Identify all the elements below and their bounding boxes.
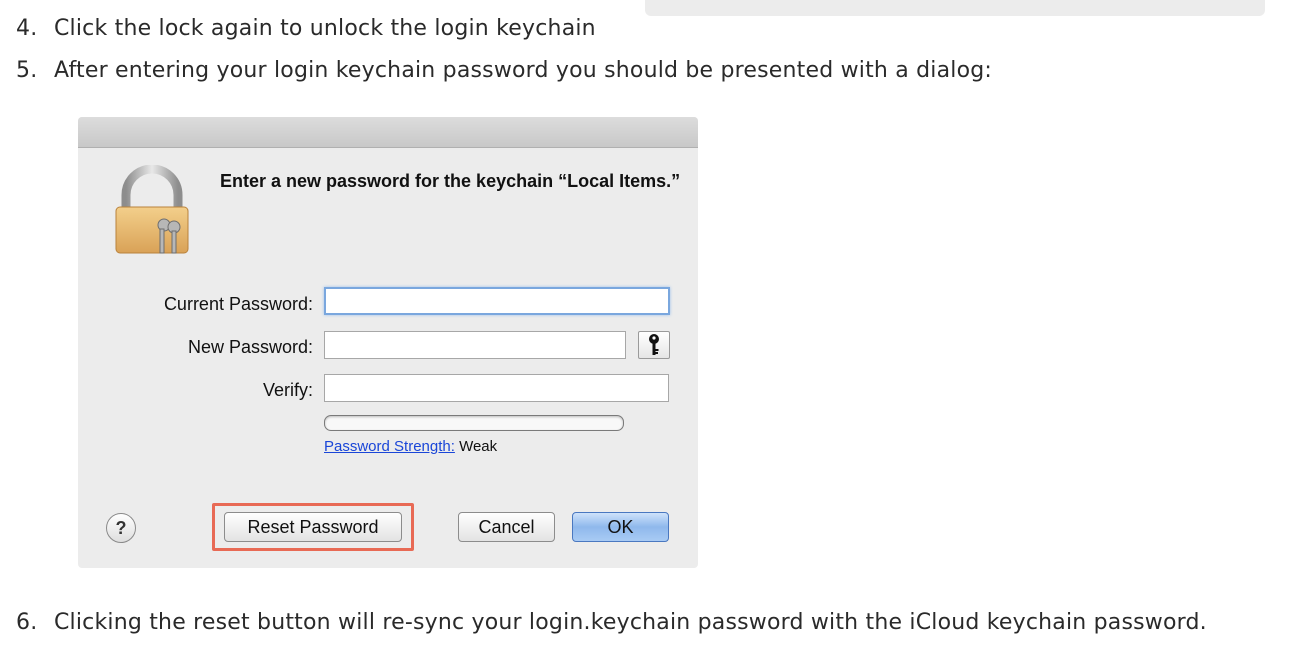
cancel-button[interactable]: Cancel xyxy=(458,512,555,542)
step-number: 6. xyxy=(16,610,38,635)
keychain-password-dialog: Enter a new password for the keychain “L… xyxy=(78,117,698,568)
current-password-field[interactable] xyxy=(324,287,670,315)
step-number: 4. xyxy=(16,16,38,41)
step-text: After entering your login keychain passw… xyxy=(54,58,993,83)
new-password-label: New Password: xyxy=(187,337,313,357)
step-text: Click the lock again to unlock the login… xyxy=(54,16,596,41)
password-strength: Password Strength: Weak xyxy=(324,438,497,455)
reset-password-button[interactable]: Reset Password xyxy=(224,512,402,542)
ok-button[interactable]: OK xyxy=(572,512,669,542)
current-password-label: Current Password: xyxy=(163,294,313,314)
password-assistant-button[interactable] xyxy=(638,331,670,359)
step-number: 5. xyxy=(16,58,38,83)
top-bar-remnant xyxy=(645,0,1265,16)
key-icon xyxy=(649,334,659,355)
dialog-titlebar xyxy=(78,117,698,148)
new-password-field[interactable] xyxy=(324,331,626,359)
step-text: Clicking the reset button will re-sync y… xyxy=(54,610,1207,635)
step-4: 4. Click the lock again to unlock the log… xyxy=(16,16,596,41)
password-strength-link[interactable]: Password Strength: xyxy=(324,438,455,455)
step-5: 5. After entering your login keychain pas… xyxy=(16,58,992,83)
help-button[interactable]: ? xyxy=(106,513,136,543)
lock-keys-icon xyxy=(115,165,189,254)
password-strength-value: Weak xyxy=(459,438,498,455)
verify-label: Verify: xyxy=(262,380,313,400)
dialog-prompt: Enter a new password for the keychain “L… xyxy=(220,171,681,191)
step-6: 6. Clicking the reset button will re-sync… xyxy=(16,610,1207,635)
verify-password-field[interactable] xyxy=(324,374,669,402)
password-strength-meter xyxy=(324,415,624,431)
